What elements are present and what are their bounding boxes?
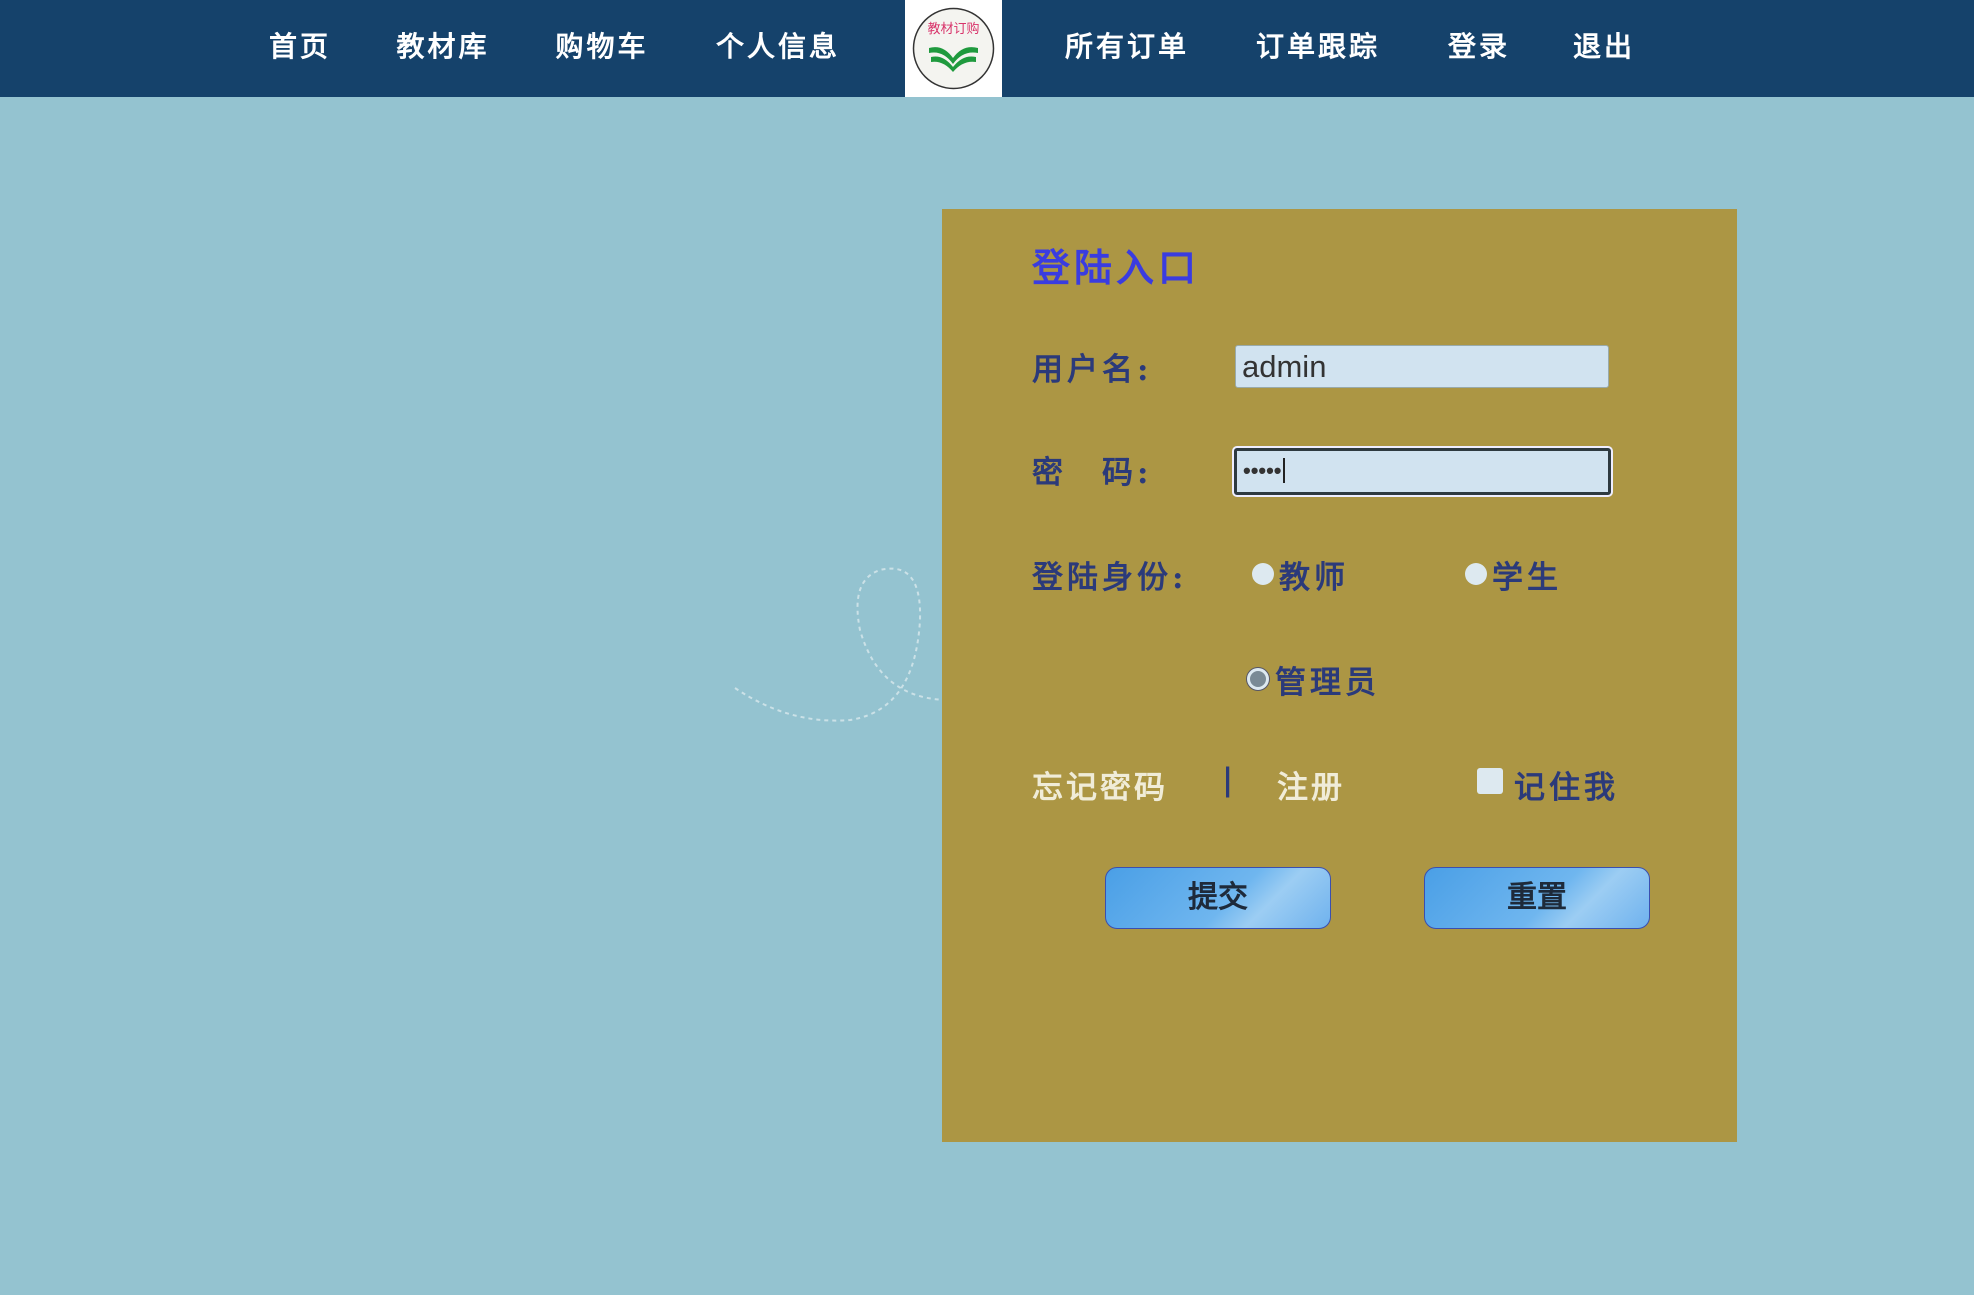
remember-me-label[interactable]: 记住我 — [1514, 762, 1619, 807]
nav-login[interactable]: 登录 — [1448, 0, 1510, 97]
nav-order-tracking[interactable]: 订单跟踪 — [1256, 0, 1380, 97]
logo[interactable]: 教材订购 — [905, 0, 1002, 97]
role-admin-radio[interactable] — [1247, 668, 1269, 690]
top-nav: 首页 教材库 购物车 个人信息 教材订购 所有订单 订单跟踪 登录 退出 — [0, 0, 1974, 97]
nav-cart[interactable]: 购物车 — [555, 0, 648, 97]
reset-button[interactable]: 重置 — [1424, 867, 1650, 929]
nav-textbooks[interactable]: 教材库 — [396, 0, 489, 97]
link-separator: | — [1222, 762, 1238, 798]
nav-home[interactable]: 首页 — [269, 0, 331, 97]
nav-logout[interactable]: 退出 — [1573, 0, 1635, 97]
svg-text:教材订购: 教材订购 — [927, 21, 979, 37]
role-label: 登陆身份: — [1032, 560, 1188, 596]
forgot-password-link[interactable]: 忘记密码 — [1032, 762, 1168, 807]
username-label: 用户名: — [1032, 352, 1153, 388]
role-student-label[interactable]: 学生 — [1492, 552, 1562, 597]
login-panel: 登陆入口 用户名: 密 码: ••••• 登陆身份: 教师 学生 管理员 忘记密… — [942, 209, 1737, 1142]
role-teacher-radio[interactable] — [1252, 563, 1274, 585]
submit-button[interactable]: 提交 — [1105, 867, 1331, 929]
login-title: 登陆入口 — [1032, 245, 1201, 290]
password-label: 密 码: — [1032, 455, 1153, 491]
password-input[interactable]: ••••• — [1234, 448, 1611, 495]
role-teacher-label[interactable]: 教师 — [1279, 552, 1349, 597]
nav-all-orders[interactable]: 所有订单 — [1065, 0, 1189, 97]
password-value: ••••• — [1243, 458, 1282, 483]
remember-me-checkbox[interactable] — [1477, 768, 1503, 794]
username-input[interactable] — [1235, 345, 1609, 388]
role-student-radio[interactable] — [1465, 563, 1487, 585]
register-link[interactable]: 注册 — [1277, 762, 1345, 807]
book-logo-icon: 教材订购 — [912, 7, 995, 90]
nav-profile[interactable]: 个人信息 — [716, 0, 840, 97]
role-admin-label[interactable]: 管理员 — [1275, 657, 1380, 702]
